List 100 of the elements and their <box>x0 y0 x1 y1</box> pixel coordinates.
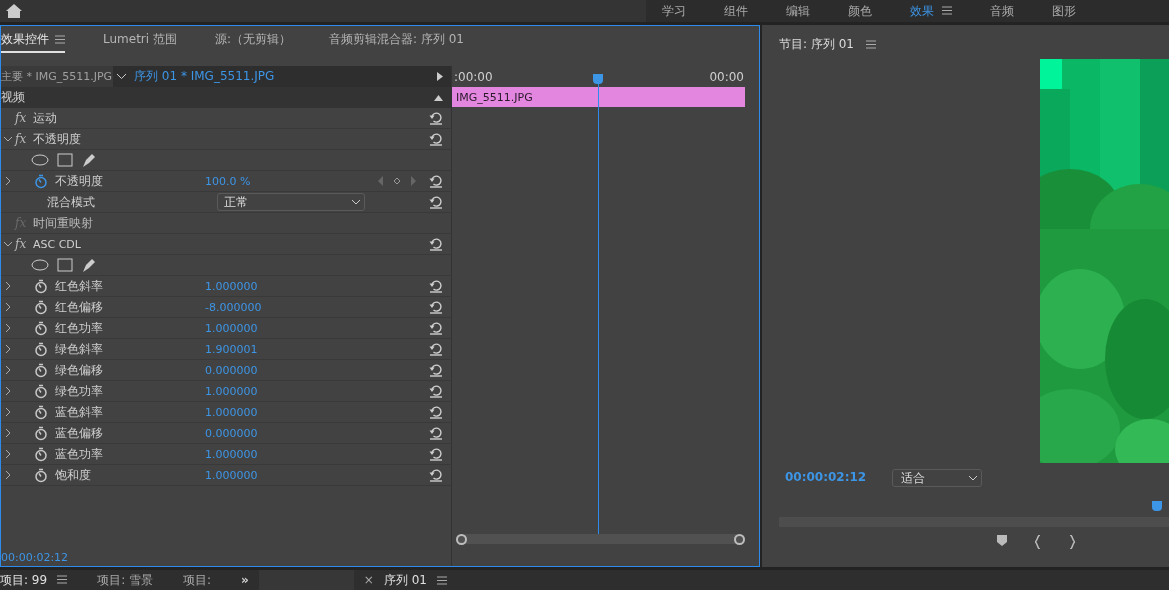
menu-icon[interactable] <box>57 574 68 584</box>
reset-icon[interactable] <box>429 405 443 419</box>
stopwatch-icon[interactable] <box>33 467 49 483</box>
reset-icon[interactable] <box>429 279 443 293</box>
workspace-tab[interactable]: 效果 <box>910 2 934 20</box>
chevron-icon[interactable] <box>4 135 12 143</box>
fx-label[interactable]: fx <box>15 132 33 146</box>
reset-icon[interactable] <box>429 342 443 356</box>
param-value[interactable]: 1.000000 <box>205 405 258 419</box>
scroll-handle[interactable] <box>734 533 745 545</box>
close-button[interactable]: × <box>363 573 374 587</box>
pen-icon[interactable] <box>81 152 97 168</box>
param-value[interactable]: 1.000000 <box>205 321 258 335</box>
menu-icon[interactable] <box>55 34 65 44</box>
fx-label[interactable]: fx <box>15 237 33 251</box>
workspace-tab[interactable]: 学习 <box>662 2 686 20</box>
timeline-tab[interactable]: 序列 01 <box>383 571 427 589</box>
playhead-handle[interactable] <box>1152 501 1163 511</box>
reset-icon[interactable] <box>429 363 443 377</box>
menu-icon[interactable] <box>436 575 447 585</box>
timecode[interactable]: 00:00:02:12 <box>785 470 867 486</box>
chevron-icon[interactable] <box>4 240 12 248</box>
panel-tab[interactable]: 源:（无剪辑） <box>214 27 291 53</box>
stopwatch-icon[interactable] <box>33 299 49 315</box>
param-value[interactable]: 1.000000 <box>205 468 258 482</box>
rectangle-mask-icon[interactable] <box>57 258 73 272</box>
stopwatch-icon[interactable] <box>33 425 49 441</box>
reset-icon[interactable] <box>429 468 443 482</box>
workspace-tab[interactable]: 颜色 <box>848 2 872 20</box>
param-value[interactable]: 100.0 % <box>205 174 251 188</box>
fx-label[interactable]: fx <box>15 111 33 125</box>
param-value[interactable]: -8.000000 <box>205 300 262 314</box>
play-icon[interactable] <box>437 72 443 81</box>
reset-icon[interactable] <box>429 174 443 188</box>
rectangle-mask-icon[interactable] <box>57 153 73 167</box>
menu-icon[interactable] <box>942 6 952 15</box>
stopwatch-icon[interactable] <box>33 320 49 336</box>
timecode[interactable]: 00:00:02:12 <box>1 551 451 566</box>
pen-icon[interactable] <box>81 257 97 273</box>
reset-icon[interactable] <box>429 426 443 440</box>
reset-icon[interactable] <box>429 132 443 146</box>
scroll-handle[interactable] <box>456 533 467 545</box>
reset-icon[interactable] <box>429 321 443 335</box>
stopwatch-icon[interactable] <box>33 362 49 378</box>
mark-out-icon[interactable] <box>1068 535 1075 549</box>
panel-title[interactable]: 节目: 序列 01 <box>779 35 854 53</box>
project-tab[interactable]: 项目: <box>183 571 212 589</box>
mark-in-icon[interactable] <box>1034 535 1041 549</box>
home-icon[interactable] <box>6 4 22 18</box>
chevron-icon[interactable] <box>4 345 12 353</box>
workspace-tab[interactable]: 音频 <box>990 2 1014 20</box>
chevron-icon[interactable] <box>4 387 12 395</box>
menu-icon[interactable] <box>865 39 876 49</box>
chevron-icon[interactable] <box>4 177 12 185</box>
chevron-icon[interactable] <box>4 324 12 332</box>
marker-icon[interactable] <box>996 535 1007 546</box>
zoom-dropdown[interactable]: 适合 <box>892 469 983 487</box>
collapse-icon[interactable] <box>434 94 443 101</box>
param-value[interactable]: 1.000000 <box>205 279 258 293</box>
param-value[interactable]: 0.000000 <box>205 363 258 377</box>
reset-icon[interactable] <box>429 300 443 314</box>
panel-tab[interactable]: 音频剪辑混合器: 序列 01 <box>329 27 464 53</box>
stopwatch-icon[interactable] <box>33 383 49 399</box>
playhead-handle[interactable] <box>592 74 603 84</box>
ellipse-mask-icon[interactable] <box>31 259 49 271</box>
stopwatch-icon[interactable] <box>33 173 49 189</box>
param-value[interactable]: 1.000000 <box>205 384 258 398</box>
workspace-tab[interactable]: 组件 <box>724 2 748 20</box>
chevron-icon[interactable] <box>4 366 12 374</box>
panel-tab[interactable]: 效果控件 <box>1 27 65 53</box>
master-clip-label[interactable]: 主要 * IMG_5511.JPG <box>1 69 113 84</box>
project-tab[interactable]: 项目: 99 <box>0 571 68 589</box>
blend-mode-dropdown[interactable]: 正常 <box>217 193 365 211</box>
chevron-icon[interactable] <box>4 408 12 416</box>
reset-icon[interactable] <box>429 447 443 461</box>
reset-icon[interactable] <box>429 384 443 398</box>
caret-icon[interactable] <box>117 74 126 79</box>
reset-icon[interactable] <box>429 237 443 251</box>
clip-bar[interactable]: IMG_5511.JPG <box>452 87 745 107</box>
stopwatch-icon[interactable] <box>33 278 49 294</box>
param-value[interactable]: 0.000000 <box>205 426 258 440</box>
workspace-tab[interactable]: 编辑 <box>786 2 810 20</box>
panel-tab[interactable]: Lumetri 范围 <box>103 27 177 53</box>
reset-icon[interactable] <box>429 195 443 209</box>
chevron-icon[interactable] <box>4 303 12 311</box>
workspace-tab[interactable]: 图形 <box>1052 2 1076 20</box>
stopwatch-icon[interactable] <box>33 341 49 357</box>
keyframe-nav-icon[interactable] <box>377 175 417 187</box>
reset-icon[interactable] <box>429 111 443 125</box>
overflow-button[interactable]: » <box>241 573 249 587</box>
chevron-icon[interactable] <box>4 450 12 458</box>
stopwatch-icon[interactable] <box>33 446 49 462</box>
ellipse-mask-icon[interactable] <box>31 154 49 166</box>
param-value[interactable]: 1.000000 <box>205 447 258 461</box>
param-value[interactable]: 1.900001 <box>205 342 258 356</box>
chevron-icon[interactable] <box>4 471 12 479</box>
project-tab[interactable]: 项目: 雪景 <box>97 571 153 589</box>
chevron-icon[interactable] <box>4 282 12 290</box>
chevron-icon[interactable] <box>4 429 12 437</box>
stopwatch-icon[interactable] <box>33 404 49 420</box>
